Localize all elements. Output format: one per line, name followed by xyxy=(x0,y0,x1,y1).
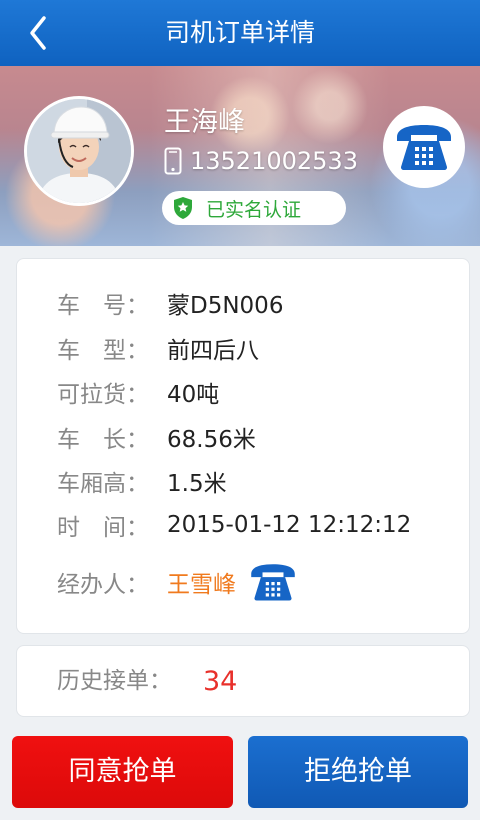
detail-value: 40吨 xyxy=(167,382,220,408)
driver-profile-banner: 王海峰 13521002533 已实名认证 xyxy=(0,66,480,246)
verified-shield-icon xyxy=(174,197,192,219)
detail-label: 车 型： xyxy=(57,338,149,364)
driver-phone-number: 13521002533 xyxy=(190,147,358,175)
detail-value: 68.56米 xyxy=(167,427,256,453)
history-count: 34 xyxy=(203,666,238,697)
detail-row-agent: 经办人： 王雪峰 xyxy=(57,561,298,603)
reject-grab-order-button[interactable]: 拒绝抢单 xyxy=(248,736,468,808)
driver-photo xyxy=(27,99,131,203)
call-driver-button[interactable] xyxy=(383,106,465,188)
detail-row-plate: 车 号： 蒙D5N006 xyxy=(57,285,283,321)
detail-label: 车 号： xyxy=(57,293,149,319)
detail-label: 时 间： xyxy=(57,515,149,541)
verified-label: 已实名认证 xyxy=(206,198,302,221)
detail-label: 车厢高： xyxy=(57,471,149,497)
mobile-phone-icon xyxy=(164,147,182,175)
verified-badge: 已实名认证 xyxy=(162,191,346,225)
detail-value: 前四后八 xyxy=(167,338,259,364)
detail-row-capacity: 可拉货： 40吨 xyxy=(57,374,219,410)
driver-name: 王海峰 xyxy=(164,107,245,138)
agree-grab-order-button[interactable]: 同意抢单 xyxy=(12,736,233,808)
history-orders-card: 历史接单： 34 xyxy=(16,645,470,717)
detail-row-time: 时 间： 2015-01-12 12:12:12 xyxy=(57,507,411,543)
detail-row-type: 车 型： 前四后八 xyxy=(57,330,259,366)
driver-phone-row: 13521002533 xyxy=(164,144,358,178)
detail-value: 1.5米 xyxy=(167,471,227,497)
agent-label: 经办人： xyxy=(57,572,149,598)
detail-value: 2015-01-12 12:12:12 xyxy=(167,512,412,538)
order-details-card: 车 号： 蒙D5N006 车 型： 前四后八 可拉货： 40吨 车 长： 68.… xyxy=(16,258,470,634)
agent-name: 王雪峰 xyxy=(167,572,236,598)
detail-row-length: 车 长： 68.56米 xyxy=(57,419,256,455)
page-title: 司机订单详情 xyxy=(164,18,315,47)
telephone-icon xyxy=(397,125,451,170)
detail-label: 车 长： xyxy=(57,427,149,453)
detail-value: 蒙D5N006 xyxy=(167,293,284,319)
detail-label: 可拉货： xyxy=(57,382,149,408)
top-bar: 司机订单详情 xyxy=(0,0,480,66)
detail-row-height: 车厢高： 1.5米 xyxy=(57,463,227,499)
history-label: 历史接单： xyxy=(57,668,172,694)
telephone-icon xyxy=(251,564,295,601)
call-agent-button[interactable] xyxy=(248,562,298,602)
avatar xyxy=(24,96,134,206)
